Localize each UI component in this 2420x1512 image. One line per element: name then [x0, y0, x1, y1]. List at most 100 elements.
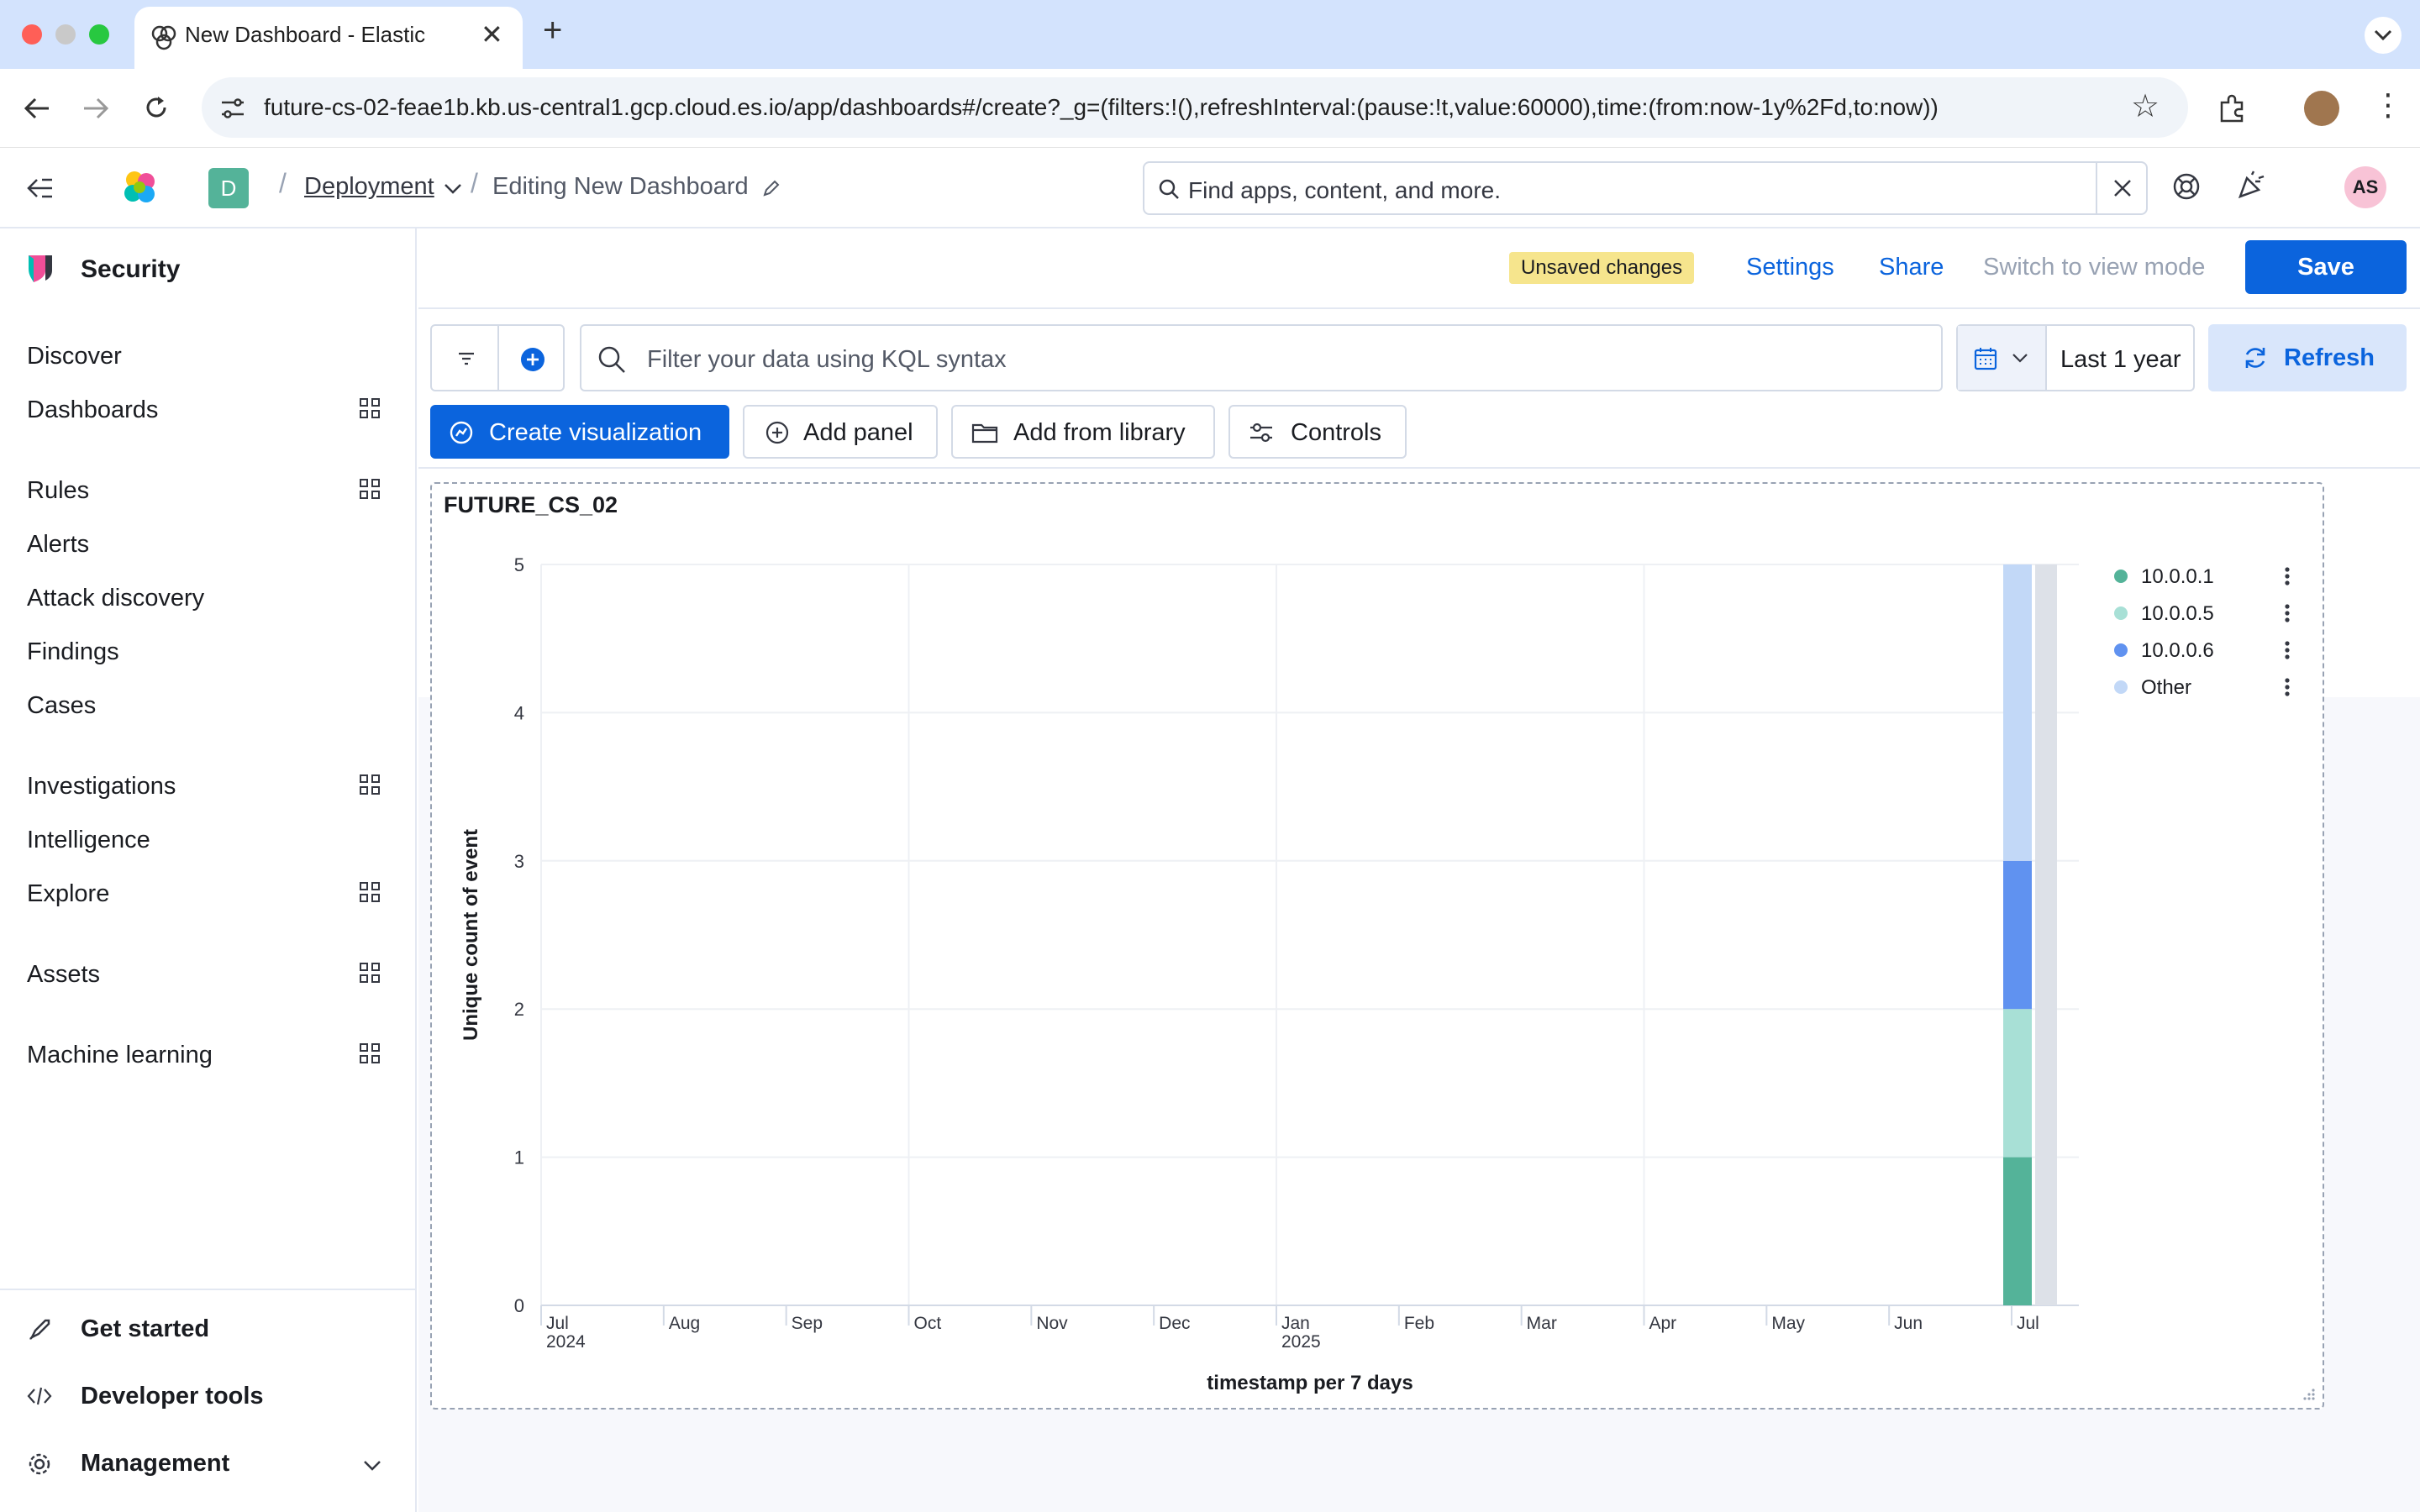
switch-view-mode-link[interactable]: Switch to view mode [1983, 254, 2205, 281]
add-filter-icon[interactable] [519, 346, 546, 373]
sidebar-item-dashboards[interactable]: Dashboards [27, 396, 158, 424]
date-picker[interactable]: Last 1 year [1956, 324, 2195, 391]
sidebar-item-rules[interactable]: Rules [27, 477, 89, 505]
collapse-nav-icon[interactable] [25, 176, 54, 200]
browser-tab-active[interactable]: New Dashboard - Elastic ✕ [134, 7, 523, 69]
tab-title: New Dashboard - Elastic [185, 22, 426, 47]
bar-segment [2003, 1157, 2032, 1305]
close-window-button[interactable] [22, 24, 42, 45]
browser-profile-avatar[interactable] [2304, 91, 2339, 126]
bar-segment [2003, 860, 2032, 1010]
x-tick-label: Jul [546, 1314, 569, 1333]
dot [2285, 574, 2290, 579]
url-text: future-cs-02-feae1b.kb.us-central1.gcp.c… [264, 94, 1939, 120]
new-tab-icon[interactable]: + [543, 12, 562, 50]
y-tick-label: 5 [514, 554, 524, 575]
sidebar-item-attack-discovery[interactable]: Attack discovery [27, 585, 204, 612]
y-axis-title: Unique count of event [460, 829, 482, 1041]
stacked-bar-chart[interactable]: 012345Jul2024Aug Sep Oct Nov Dec Jan2025Feb Ma… [432, 484, 2323, 1408]
y-tick-label: 3 [514, 851, 524, 872]
save-button[interactable]: Save [2245, 240, 2407, 294]
legend-item-menu-icon[interactable] [2285, 567, 2290, 585]
refresh-button[interactable]: Refresh [2208, 324, 2407, 391]
legend-item-menu-icon[interactable] [2285, 678, 2290, 696]
maximize-window-button[interactable] [89, 24, 109, 45]
add-panel-button[interactable]: Add panel [743, 405, 938, 459]
minimize-window-button[interactable] [55, 24, 76, 45]
apps-grid-icon[interactable] [360, 479, 380, 499]
extensions-icon[interactable] [2217, 92, 2249, 124]
x-tick-label: Oct [914, 1314, 942, 1333]
breadcrumb-separator: / [279, 168, 287, 198]
sidebar-item-intelligence[interactable]: Intelligence [27, 827, 150, 854]
lens-icon [450, 421, 473, 444]
x-tick-label: Apr [1649, 1314, 1677, 1333]
apps-grid-icon[interactable] [360, 398, 380, 418]
y-tick-label: 1 [514, 1147, 524, 1168]
apps-grid-icon[interactable] [360, 1043, 380, 1063]
time-range-label[interactable]: Last 1 year [2060, 346, 2181, 374]
dot [2285, 691, 2290, 696]
global-search-input[interactable]: Find apps, content, and more. [1143, 161, 2148, 215]
apps-grid-icon[interactable] [360, 774, 380, 795]
controls-button[interactable]: Controls [1228, 405, 1407, 459]
solution-title[interactable]: Security [81, 255, 180, 284]
edit-pencil-icon[interactable] [761, 178, 781, 198]
gear-icon [29, 1453, 50, 1475]
forward-arrow-icon[interactable] [82, 96, 109, 121]
site-settings-icon[interactable] [220, 97, 245, 119]
sidebar-item-cases[interactable]: Cases [27, 692, 96, 720]
legend-item-menu-icon[interactable] [2285, 604, 2290, 622]
y-tick-label: 4 [514, 702, 524, 723]
sidebar-developer-tools[interactable]: Developer tools [81, 1383, 264, 1410]
dashboard-main: Unsaved changes Settings Share Switch to… [418, 228, 2420, 1512]
breadcrumb-separator: / [471, 168, 478, 198]
browser-menu-icon[interactable]: ⋮ [2373, 87, 2403, 123]
sidebar-item-investigations[interactable]: Investigations [27, 773, 176, 801]
chevron-down-icon[interactable] [444, 183, 462, 195]
dot [2285, 654, 2290, 659]
apps-grid-icon[interactable] [360, 882, 380, 902]
add-from-library-button[interactable]: Add from library [951, 405, 1215, 459]
dot [2285, 604, 2290, 609]
help-icon[interactable] [2171, 171, 2202, 202]
resize-handle-icon[interactable] [2302, 1388, 2316, 1401]
settings-link[interactable]: Settings [1746, 254, 1834, 281]
sidebar-item-alerts[interactable]: Alerts [27, 531, 89, 559]
dot [2285, 567, 2290, 572]
close-tab-icon[interactable]: ✕ [481, 18, 503, 50]
sidebar-get-started[interactable]: Get started [81, 1315, 209, 1343]
breadcrumb-deployment[interactable]: Deployment [304, 173, 434, 201]
search-icon [1159, 179, 1179, 199]
news-feed-icon[interactable] [2237, 170, 2267, 200]
user-avatar[interactable]: AS [2344, 166, 2386, 208]
back-arrow-icon[interactable] [24, 96, 50, 121]
kql-query-input[interactable]: Filter your data using KQL syntax [580, 324, 1943, 391]
bookmark-star-icon[interactable]: ☆ [2131, 87, 2160, 125]
filter-icon[interactable] [457, 351, 476, 366]
x-tick-label: Feb [1404, 1314, 1434, 1333]
sidebar-footer-divider [0, 1289, 415, 1290]
space-avatar[interactable]: D [208, 168, 249, 208]
tab-search-button[interactable] [2365, 17, 2402, 54]
chevron-down-icon[interactable] [363, 1460, 381, 1472]
visualization-panel[interactable]: FUTURE_CS_02 0 1 2 3 4 5 Jul 2024 Aug Sep Oct Nov De… [430, 482, 2324, 1410]
sidebar-item-findings[interactable]: Findings [27, 638, 119, 666]
elastic-logo-icon[interactable] [119, 166, 161, 208]
share-link[interactable]: Share [1879, 254, 1944, 281]
sidebar-item-machine-learning[interactable]: Machine learning [27, 1042, 213, 1069]
reload-icon[interactable] [143, 94, 170, 121]
url-bar[interactable]: future-cs-02-feae1b.kb.us-central1.gcp.c… [202, 77, 2188, 138]
code-icon [27, 1387, 52, 1405]
create-visualization-button[interactable]: Create visualization [430, 405, 729, 459]
sidebar-item-explore[interactable]: Explore [27, 880, 109, 908]
legend-item-menu-icon[interactable] [2285, 641, 2290, 659]
sidebar-item-discover[interactable]: Discover [27, 343, 122, 370]
sidebar-management[interactable]: Management [81, 1450, 229, 1478]
quick-select-button[interactable] [1958, 326, 2047, 390]
apps-grid-icon[interactable] [360, 963, 380, 983]
sidebar-item-assets[interactable]: Assets [27, 961, 100, 989]
dot [2285, 617, 2290, 622]
clear-search-icon[interactable] [2112, 178, 2133, 198]
bar-segment [2003, 564, 2032, 861]
